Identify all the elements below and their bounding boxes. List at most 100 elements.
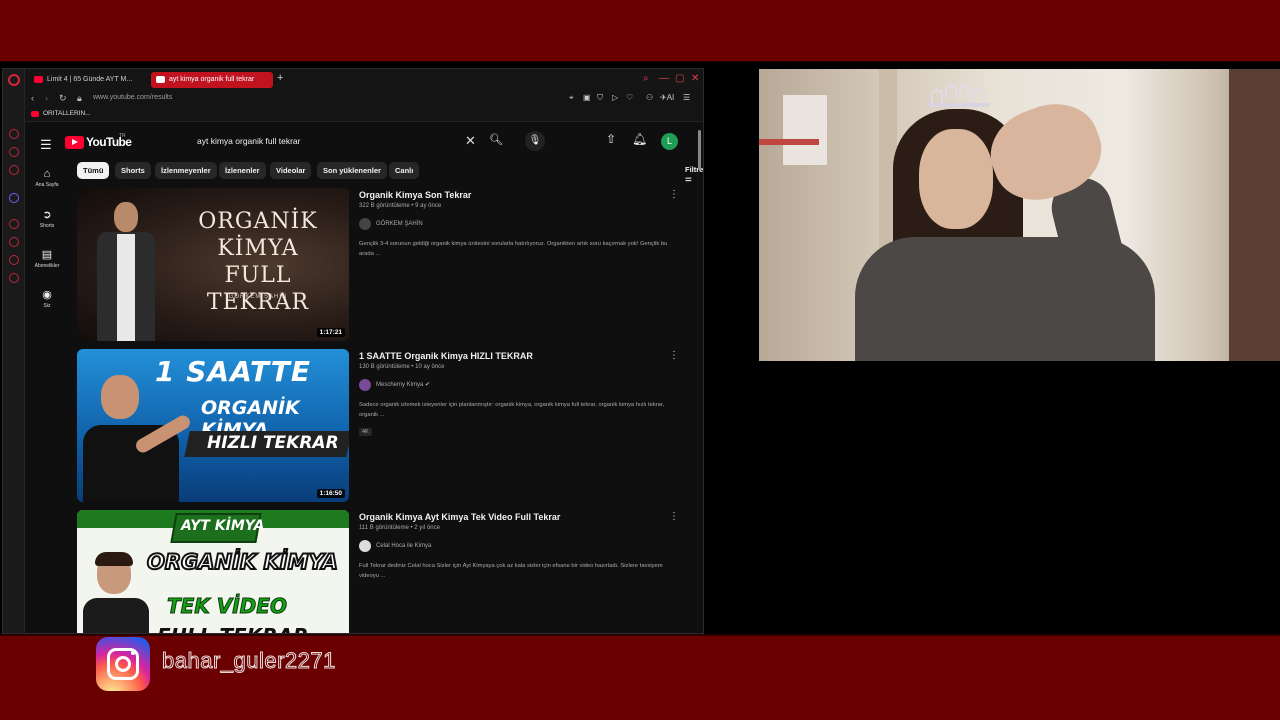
guide-subscriptions[interactable]: ▤ Abonelikler	[25, 248, 69, 269]
guide-home[interactable]: ⌂ Ana Sayfa	[25, 168, 69, 188]
easy-setup-icon[interactable]: ☰	[683, 93, 690, 102]
snapshot-icon[interactable]: ⌖	[569, 93, 574, 103]
aria-ai-button[interactable]: ✈AI	[660, 93, 674, 102]
video-title[interactable]: 1 SAATTE Organik Kimya HIZLI TEKRAR	[359, 351, 679, 361]
sidebar-app-icon[interactable]	[9, 219, 19, 229]
minimize-button[interactable]: —	[659, 73, 669, 84]
chip-watched[interactable]: İzlenenler	[219, 162, 266, 179]
adblock-icon[interactable]: ⛉	[597, 93, 603, 103]
video-result[interactable]: ORGANİK KİMYA FULL TEKRAR GÖRKEM ŞAHİN 1…	[77, 188, 697, 342]
youtube-favicon-icon	[156, 76, 165, 83]
search-box[interactable]: ayt kimya organik full tekrar ✕	[187, 130, 505, 152]
more-options-icon[interactable]: ⋮	[669, 511, 679, 522]
instagram-handle: bahar_guler2271	[162, 648, 336, 674]
chip-videos[interactable]: Videolar	[270, 162, 312, 179]
player-icon[interactable]: ▷	[612, 93, 618, 102]
instagram-icon	[96, 637, 150, 691]
filter-chips: Tümü Shorts İzlenmeyenler İzlenenler Vid…	[77, 162, 703, 183]
url-field[interactable]: www.youtube.com/results	[93, 94, 172, 101]
video-thumbnail[interactable]: AYT KİMYA ORGANİK KİMYA TEK VİDEO FULL T…	[77, 510, 349, 633]
tab-limit[interactable]: Limit 4 | 65 Günde AYT M...	[29, 72, 147, 88]
channel-avatar[interactable]	[359, 379, 371, 391]
video-title[interactable]: Organik Kimya Son Tekrar	[359, 190, 679, 200]
sidebar-app-icon[interactable]	[9, 237, 19, 247]
browser-window: Limit 4 | 65 Günde AYT M... ayt kimya or…	[2, 68, 704, 634]
you-icon: ◉	[42, 289, 52, 301]
tiara	[929, 85, 989, 107]
video-result[interactable]: AYT KİMYA ORGANİK KİMYA TEK VİDEO FULL T…	[77, 510, 697, 633]
page-scrollbar[interactable]	[698, 130, 701, 170]
new-tab-button[interactable]: +	[277, 72, 283, 84]
sidebar-app-icon[interactable]	[9, 147, 19, 157]
chip-all[interactable]: Tümü	[77, 162, 110, 179]
video-meta: 1 SAATTE Organik Kimya HIZLI TEKRAR 130 …	[359, 349, 679, 438]
video-stats: 322 B görüntüleme • 9 ay önce	[359, 203, 442, 209]
chip-recent[interactable]: Son yüklenenler	[317, 162, 387, 179]
tab-strip: Limit 4 | 65 Günde AYT M... ayt kimya or…	[25, 69, 703, 90]
video-meta: Organik Kimya Son Tekrar 322 B görüntüle…	[359, 188, 679, 259]
microphone-icon[interactable]: 🎙︎	[525, 131, 545, 151]
more-options-icon[interactable]: ⋮	[669, 189, 679, 200]
forward-button[interactable]: ›	[45, 93, 48, 103]
channel-link[interactable]: Celal Hoca ile Kimya	[359, 540, 679, 552]
video-stats: 111 B görüntüleme • 2 yıl önce	[359, 525, 440, 531]
youtube-favicon-icon	[34, 76, 43, 83]
chip-shorts[interactable]: Shorts	[115, 162, 151, 179]
video-meta: Organik Kimya Ayt Kimya Tek Video Full T…	[359, 510, 679, 581]
hamburger-menu-icon[interactable]: ☰	[40, 137, 52, 153]
search-input[interactable]: ayt kimya organik full tekrar	[197, 136, 300, 146]
sidebar-app-icon[interactable]	[9, 165, 19, 175]
video-description: Gençlik 3-4 sorunun geldiği organik kimy…	[359, 241, 668, 257]
presenter-figure	[83, 375, 193, 502]
webcam-feed	[759, 69, 1280, 361]
address-bar: ‹ › ↻ 🔒︎ www.youtube.com/results ⌖ ▣ ⛉ ▷…	[25, 90, 703, 108]
video-description: Full Tekrar dediniz Celal hoca Sizler iç…	[359, 563, 663, 579]
channel-avatar[interactable]	[359, 540, 371, 552]
subscriptions-icon: ▤	[41, 249, 53, 261]
sidebar-app-icon[interactable]	[9, 255, 19, 265]
profile-icon[interactable]: ⚇	[646, 93, 653, 102]
channel-link[interactable]: Meschemy Kimya ✔	[359, 379, 679, 391]
top-frame-bar	[0, 0, 1280, 62]
more-options-icon[interactable]: ⋮	[669, 350, 679, 361]
guide-you[interactable]: ◉ Siz	[25, 288, 69, 309]
chip-unwatched[interactable]: İzlenmeyenler	[155, 162, 217, 179]
video-thumbnail[interactable]: ORGANİK KİMYA FULL TEKRAR GÖRKEM ŞAHİN 1…	[77, 188, 349, 341]
bookmark-item[interactable]: ORITALLERIN...	[31, 110, 91, 117]
verified-check-icon: ✔	[425, 382, 431, 388]
presenter-figure	[95, 198, 157, 341]
opera-logo-icon[interactable]	[8, 74, 20, 86]
notifications-bell-icon[interactable]: 🔔︎	[632, 132, 647, 146]
search-tabs-icon[interactable]: ⌕	[643, 73, 649, 84]
youtube-play-icon	[65, 136, 84, 149]
sidebar-app-icon[interactable]	[9, 129, 19, 139]
clear-search-icon[interactable]: ✕	[465, 133, 476, 149]
shorts-icon: ➲	[42, 209, 52, 221]
presenter-figure	[83, 552, 149, 633]
video-description: Sadece organik izlemek isteyenler için p…	[359, 402, 665, 418]
tab-search-results[interactable]: ayt kimya organik full tekrar	[151, 72, 273, 88]
channel-avatar[interactable]	[359, 218, 371, 230]
bookmarks-bar: ORITALLERIN...	[25, 108, 703, 122]
sidebar-settings-icon[interactable]	[9, 273, 19, 283]
reload-button[interactable]: ↻	[59, 93, 67, 104]
search-icon[interactable]: 🔍︎	[489, 133, 503, 146]
account-avatar[interactable]: L	[661, 133, 678, 150]
screenshot-icon[interactable]: ▣	[583, 93, 591, 102]
lock-icon: 🔒︎	[77, 93, 82, 103]
video-title[interactable]: Organik Kimya Ayt Kimya Tek Video Full T…	[359, 512, 679, 522]
maximize-button[interactable]: ▢	[675, 73, 684, 84]
close-window-button[interactable]: ✕	[691, 73, 699, 84]
create-upload-icon[interactable]: ⇧	[606, 132, 616, 146]
duration-badge: 1:16:50	[316, 489, 345, 498]
sidebar-twitch-icon[interactable]	[9, 193, 19, 203]
channel-link[interactable]: GÖRKEM ŞAHİN	[359, 218, 679, 230]
chip-live[interactable]: Canlı	[389, 162, 420, 179]
video-thumbnail[interactable]: 1 SAATTE ORGANİK KİMYA HIZLI TEKRAR 1:16…	[77, 349, 349, 502]
filters-button[interactable]: Filtreler ⚌	[685, 165, 703, 183]
video-result[interactable]: 1 SAATTE ORGANİK KİMYA HIZLI TEKRAR 1:16…	[77, 349, 697, 503]
heart-icon[interactable]: ♡	[626, 93, 633, 102]
filter-sliders-icon: ⚌	[685, 174, 692, 183]
guide-shorts[interactable]: ➲ Shorts	[25, 208, 69, 229]
back-button[interactable]: ‹	[31, 93, 34, 103]
